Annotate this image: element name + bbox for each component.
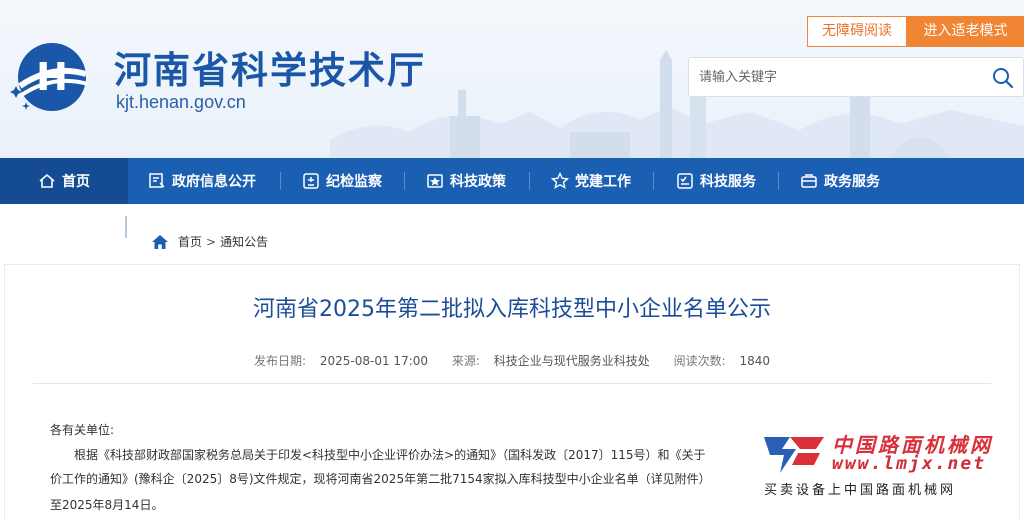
main-nav: 首页 政府信息公开 纪检监察 科技政策 党建工作 科技服务 政务服务 [0, 158, 1024, 204]
search-box [688, 57, 1024, 97]
article-title: 河南省2025年第二批拟入库科技型中小企业名单公示 [253, 297, 771, 322]
site-domain: kjt.henan.gov.cn [116, 92, 246, 112]
views-label: 阅读次数: [673, 354, 726, 368]
publish-date-label: 发布日期: [254, 354, 307, 368]
search-icon[interactable] [991, 66, 1015, 90]
nav-separator [529, 172, 530, 190]
site-title: 河南省科学技术厅 [114, 49, 426, 92]
view-count: 阅读次数: 1840 [669, 354, 775, 368]
watermark-url: www.lmjx.net [832, 453, 987, 474]
nav-item-gov-service[interactable]: 政务服务 [800, 158, 880, 204]
search-input[interactable] [699, 66, 979, 88]
breadcrumb-divider [125, 216, 127, 238]
nav-item-inspection[interactable]: 纪检监察 [302, 158, 382, 204]
publish-date-value: 2025-08-01 17:00 [319, 354, 429, 368]
home-icon [39, 173, 55, 188]
nav-item-tech-service[interactable]: 科技服务 [676, 158, 756, 204]
article-meta: 发布日期: 2025-08-01 17:00 来源: 科技企业与现代服务业科技处… [0, 352, 1024, 369]
nav-label: 纪检监察 [326, 174, 382, 190]
elder-mode-button[interactable]: 进入适老模式 [907, 16, 1024, 47]
nav-item-disclosure[interactable]: 政府信息公开 [148, 158, 256, 204]
accessibility-reading-button[interactable]: 无障碍阅读 [807, 16, 907, 47]
breadcrumb: 首页 > 通知公告 [152, 233, 268, 250]
nav-item-policy[interactable]: 科技政策 [426, 158, 506, 204]
nav-separator [778, 172, 779, 190]
nav-separator [404, 172, 405, 190]
nav-label: 党建工作 [575, 174, 631, 190]
nav-label: 首页 [62, 174, 90, 190]
watermark-logo [764, 437, 824, 473]
nav-separator [280, 172, 281, 190]
nav-label: 政务服务 [824, 174, 880, 190]
source-value: 科技企业与现代服务业科技处 [493, 354, 650, 368]
watermark-slogan: 买卖设备上中国路面机械网 [764, 483, 957, 498]
star-icon [551, 172, 569, 189]
article-source: 来源: 科技企业与现代服务业科技处 [447, 354, 655, 368]
breadcrumb-current[interactable]: 通知公告 [220, 233, 268, 250]
nav-separator [653, 172, 654, 190]
publish-date: 发布日期: 2025-08-01 17:00 [249, 354, 433, 368]
article-divider [33, 383, 991, 384]
watermark: 中国路面机械网 www.lmjx.net 买卖设备上中国路面机械网 [760, 423, 1024, 521]
inspection-icon [303, 173, 319, 189]
logo-letter: H [36, 55, 68, 99]
page: H 河南省科学技术厅 kjt.henan.gov.cn 无障碍阅读 进入适老模式… [0, 0, 1024, 521]
site-header: H 河南省科学技术厅 kjt.henan.gov.cn 无障碍阅读 进入适老模式 [0, 0, 1024, 158]
nav-label: 政府信息公开 [172, 174, 256, 190]
nav-label: 科技服务 [700, 174, 756, 190]
breadcrumb-separator: > [206, 234, 217, 249]
province-logo: H [10, 43, 89, 111]
nav-item-home[interactable]: 首页 [0, 158, 128, 204]
nav-item-party-building[interactable]: 党建工作 [551, 158, 631, 204]
briefcase-icon [801, 174, 817, 188]
service-icon [677, 173, 693, 189]
policy-icon [427, 174, 443, 188]
home-icon [152, 234, 168, 249]
source-label: 来源: [451, 354, 480, 368]
disclosure-icon [149, 173, 165, 188]
nav-label: 科技政策 [450, 174, 506, 190]
views-value: 1840 [739, 354, 770, 368]
breadcrumb-home-link[interactable]: 首页 [178, 233, 202, 250]
